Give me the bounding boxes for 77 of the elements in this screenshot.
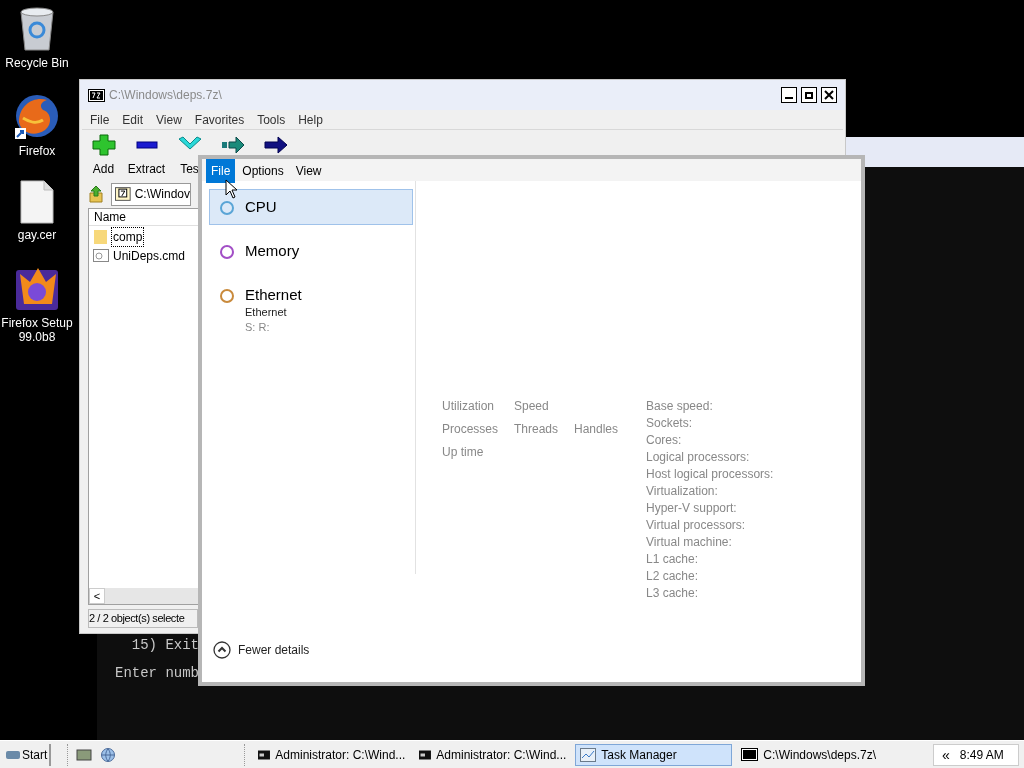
spec-label: Virtual processors: (646, 517, 747, 534)
file-name[interactable]: comp (111, 226, 145, 247)
status-bar: 2 / 2 object(s) selecte (88, 608, 198, 628)
address-field[interactable]: C:\Windov (111, 182, 191, 206)
spec-label: L2 cache: (646, 568, 700, 585)
console-line: 15) Exit (130, 637, 199, 653)
menu-item[interactable]: Edit (122, 110, 144, 129)
menu-item[interactable]: Tools (257, 110, 286, 129)
spec-label: L3 cache: (646, 585, 700, 602)
spec-label: Cores: (646, 432, 683, 449)
taskbar-button[interactable]: Administrator: C:\Wind... (414, 743, 572, 766)
stat-label: Handles (574, 421, 620, 437)
clock: 8:49 AM (959, 746, 1004, 764)
menu-item[interactable]: View (156, 110, 182, 129)
fewer-details-link[interactable]: Fewer details (238, 641, 310, 659)
start-button[interactable]: Start (5, 743, 52, 766)
spec-label: Virtual machine: (646, 534, 733, 551)
desktop-icon[interactable] (76, 747, 93, 762)
toolbar-button-label[interactable]: Add (92, 160, 115, 178)
pointer-icon (225, 179, 237, 199)
minimize-button[interactable] (781, 87, 797, 103)
toolbar-button-label[interactable]: Tes (180, 160, 199, 178)
resource-item[interactable]: CPU (209, 189, 413, 225)
spec-label: Base speed: (646, 398, 714, 415)
taskbar-button[interactable]: Administrator: C:\Wind... (253, 743, 411, 766)
spec-label: L1 cache: (646, 551, 700, 568)
resource-item[interactable]: Memory (209, 233, 413, 269)
menu-item[interactable]: Options (237, 159, 289, 183)
resource-item[interactable]: Ethernet Ethernet S: R: (209, 277, 413, 342)
stat-label: Threads (514, 421, 560, 437)
window-title: C:\Windows\deps.7z\ (109, 87, 222, 104)
menu-item[interactable]: Favorites (194, 110, 245, 129)
folder-up-icon[interactable] (89, 185, 105, 203)
horizontal-scrollbar[interactable]: < (89, 588, 198, 604)
globe-icon[interactable] (100, 746, 117, 763)
icon-label[interactable]: Firefox (0, 144, 74, 158)
monitor-icon (580, 747, 597, 762)
console-line: Enter numb (115, 665, 199, 681)
add-icon[interactable] (91, 134, 116, 156)
file-name[interactable]: UniDeps.cmd (111, 245, 188, 266)
menu-item[interactable]: File (90, 110, 110, 129)
icon-label[interactable]: Firefox Setup 99.0b8 (0, 316, 74, 344)
icon-label[interactable]: Recycle Bin (0, 56, 74, 70)
stat-label: Processes (442, 421, 500, 437)
file-icon[interactable] (20, 180, 54, 224)
console-icon (258, 748, 271, 761)
start-icon (5, 748, 21, 761)
spec-label: Virtualization: (646, 483, 719, 500)
menu-item[interactable]: View (290, 159, 327, 183)
folder-icon (93, 228, 109, 245)
archive-icon (88, 88, 105, 102)
stat-label: Utilization (442, 398, 496, 414)
stat-label: Speed (514, 398, 550, 414)
menu-item[interactable]: Help (298, 110, 323, 129)
spec-label: Host logical processors: (646, 466, 774, 483)
collapse-icon[interactable] (213, 641, 231, 659)
script-file-icon (93, 249, 109, 262)
fox-globe-icon[interactable] (13, 92, 61, 140)
scroll-left-button[interactable]: < (89, 588, 105, 604)
spec-label: Hyper-V support: (646, 500, 738, 517)
recycle-bin-icon[interactable] (17, 6, 57, 52)
taskbar-button[interactable]: Task Manager (575, 743, 733, 766)
menu-item[interactable]: File (206, 159, 236, 183)
move-icon[interactable] (263, 134, 288, 156)
maximize-button[interactable] (801, 87, 817, 103)
icon-label[interactable]: gay.cer (0, 228, 74, 242)
copy-icon[interactable] (220, 134, 245, 156)
toolbar-button-label[interactable]: Extract (127, 160, 166, 178)
show-hidden-icons-button[interactable]: « (942, 747, 950, 762)
stat-label: Up time (442, 444, 485, 460)
close-button[interactable] (821, 87, 837, 103)
console-icon (419, 748, 432, 761)
spec-label: Sockets: (646, 415, 694, 432)
taskbar-button[interactable]: C:\Windows\deps.7z\ (736, 743, 894, 766)
archive-icon (115, 187, 131, 201)
spec-label: Logical processors: (646, 449, 751, 466)
archive-icon (741, 748, 759, 761)
